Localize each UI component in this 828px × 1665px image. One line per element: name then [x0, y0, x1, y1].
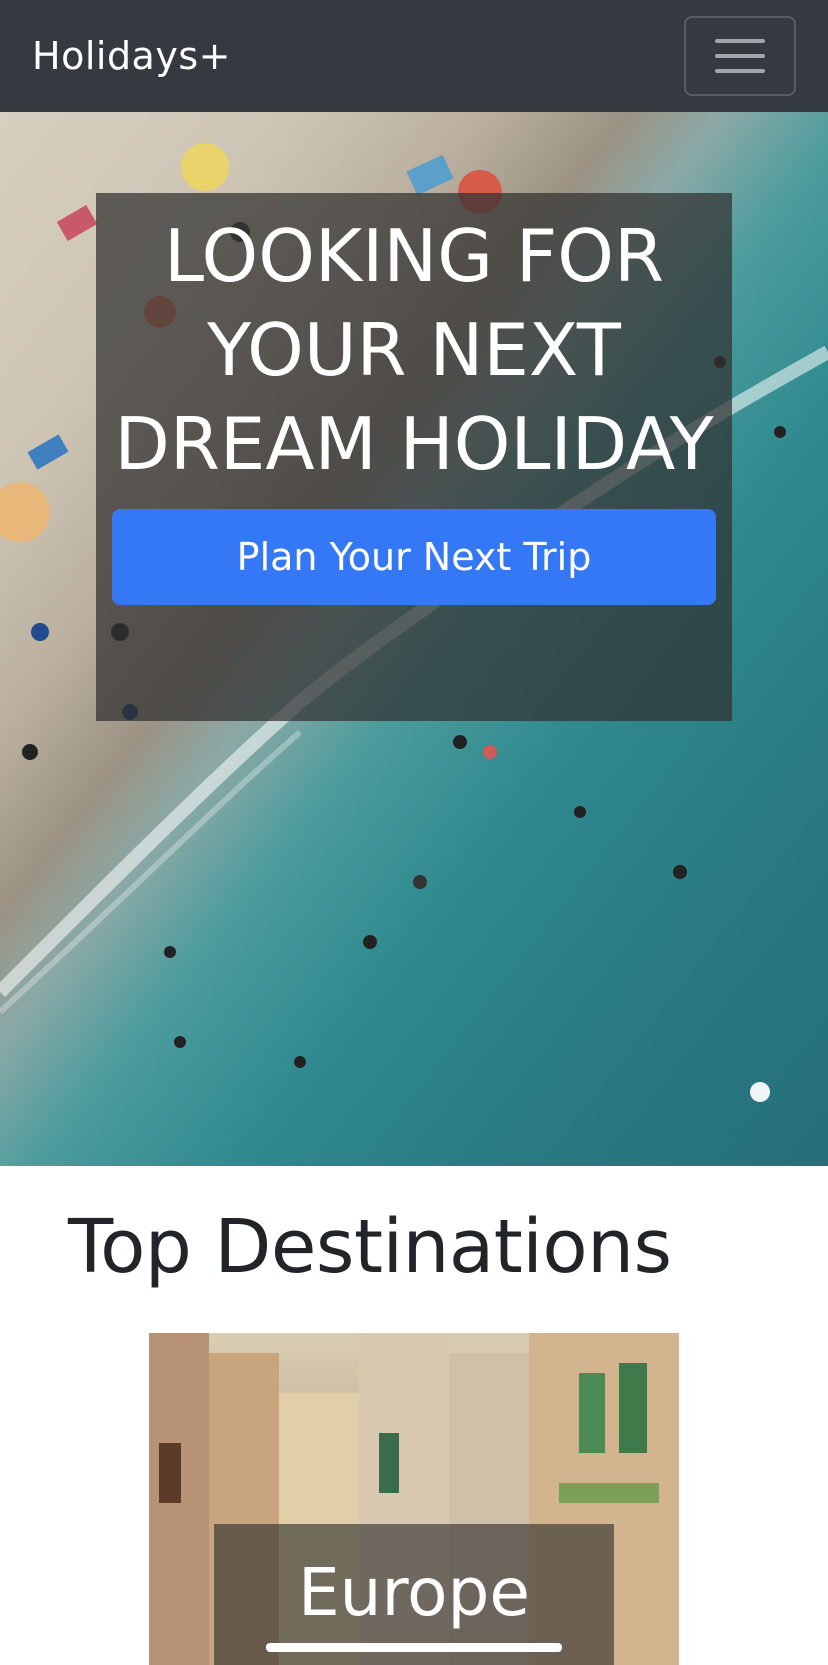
top-destinations-heading: Top Destinations — [68, 1204, 672, 1290]
card-underline — [266, 1643, 562, 1652]
navbar: Holidays+ — [0, 0, 828, 112]
brand-logo[interactable]: Holidays+ — [32, 34, 231, 78]
hero-section: LOOKING FOR YOUR NEXT DREAM HOLIDAY Plan… — [0, 112, 828, 1166]
hero-caption-box: LOOKING FOR YOUR NEXT DREAM HOLIDAY Plan… — [96, 193, 732, 721]
hero-title: LOOKING FOR YOUR NEXT DREAM HOLIDAY — [114, 214, 714, 486]
hamburger-menu-icon — [715, 39, 765, 43]
navbar-toggler-button[interactable] — [684, 16, 796, 96]
destination-card-europe[interactable]: Europe — [149, 1333, 679, 1665]
plan-trip-button[interactable]: Plan Your Next Trip — [112, 509, 716, 605]
